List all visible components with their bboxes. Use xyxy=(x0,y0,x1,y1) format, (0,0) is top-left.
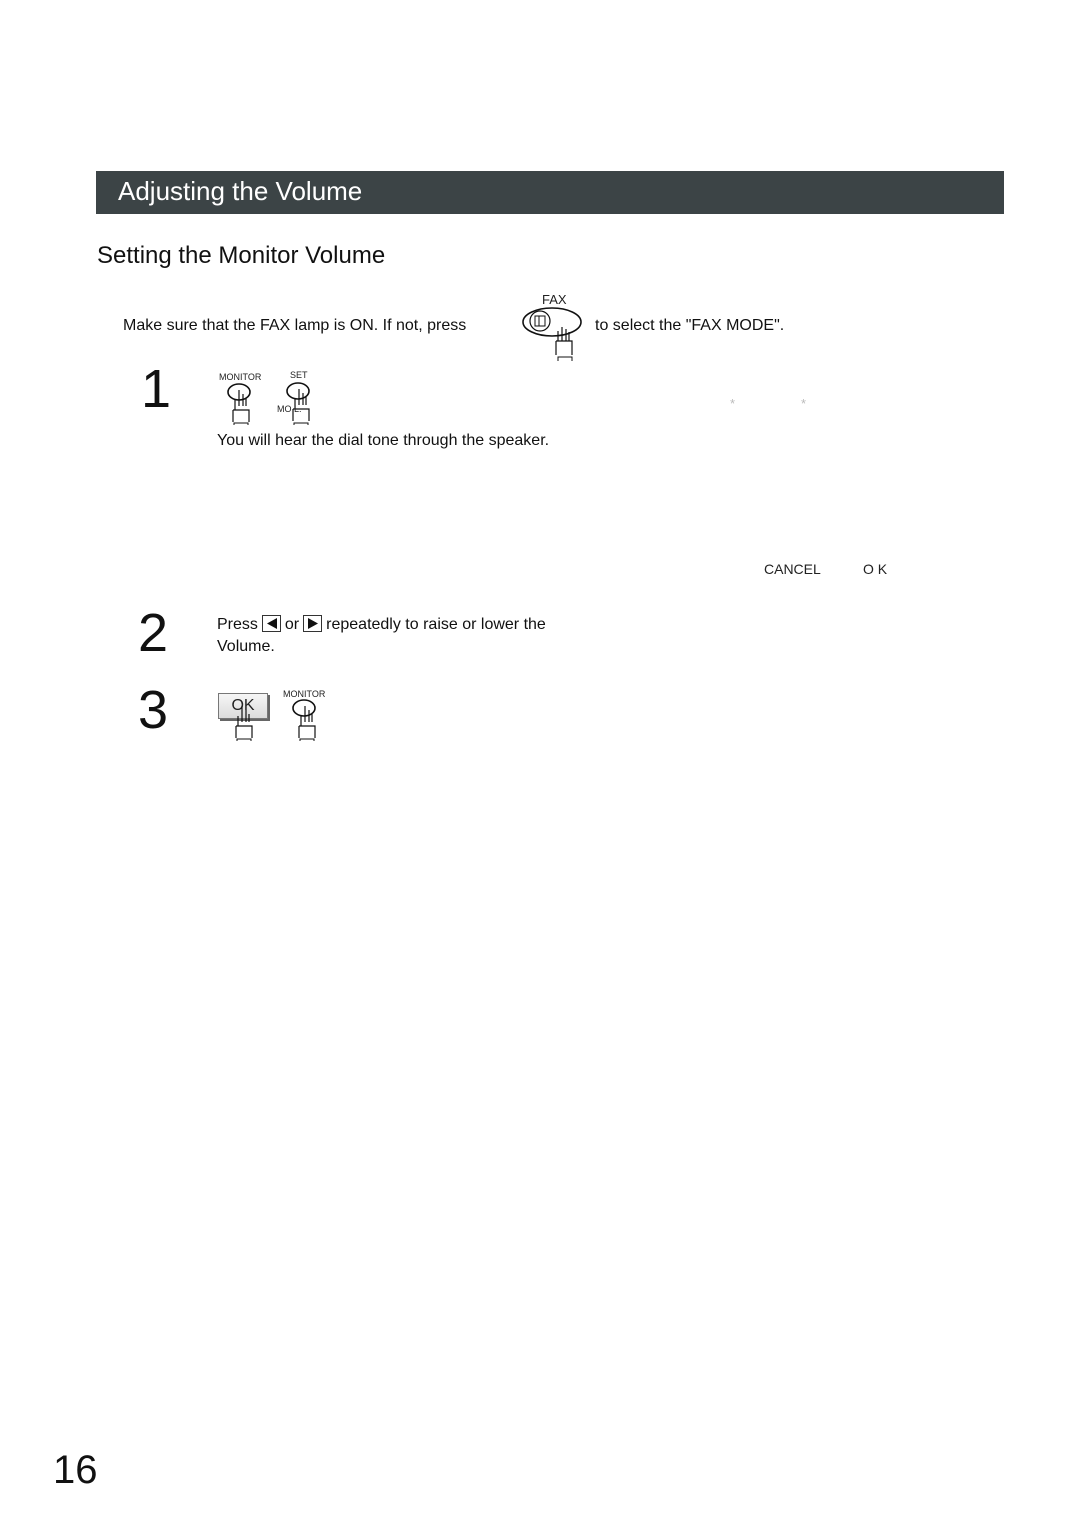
display-mark-1: * xyxy=(730,396,736,411)
set-button-press-icon xyxy=(286,382,310,425)
set-key-sublabel: MO L. xyxy=(277,404,302,414)
fax-mode-button-icon xyxy=(522,307,582,361)
monitor-button-press-icon xyxy=(227,383,251,425)
step-2-press: Press xyxy=(217,616,258,633)
right-arrow-key-icon xyxy=(303,615,323,632)
section-title: Adjusting the Volume xyxy=(118,176,363,206)
monitor-button-press-icon-step3 xyxy=(292,699,316,741)
step-3-number: 3 xyxy=(138,680,169,740)
subsection-title: Setting the Monitor Volume xyxy=(97,242,386,269)
set-key-label: SET xyxy=(290,370,308,380)
step-2-rest: repeatedly to raise or lower the xyxy=(326,616,546,633)
step-2-number: 2 xyxy=(138,603,169,663)
intro-text-tail: to select the "FAX MODE". xyxy=(595,317,785,334)
monitor-key-label: MONITOR xyxy=(219,372,262,382)
left-arrow-key-icon xyxy=(261,615,281,632)
display-label-ok: O K xyxy=(863,561,888,577)
step-2-text: Press or repeatedly to raise or lower the xyxy=(217,615,546,634)
step-1-text: You will hear the dial tone through the … xyxy=(217,432,550,449)
step-1-number: 1 xyxy=(141,359,172,419)
section-header-bar: Adjusting the Volume xyxy=(96,171,1004,214)
step-2-or: or xyxy=(284,616,300,633)
display-label-cancel: CANCEL xyxy=(764,561,821,577)
step-2-text-line2: Volume. xyxy=(217,638,275,655)
intro-text: Make sure that the FAX lamp is ON. If no… xyxy=(123,317,467,334)
ok-key-press-icon xyxy=(235,706,253,741)
display-mark-2: * xyxy=(801,396,807,411)
page-number: 16 xyxy=(53,1448,98,1492)
